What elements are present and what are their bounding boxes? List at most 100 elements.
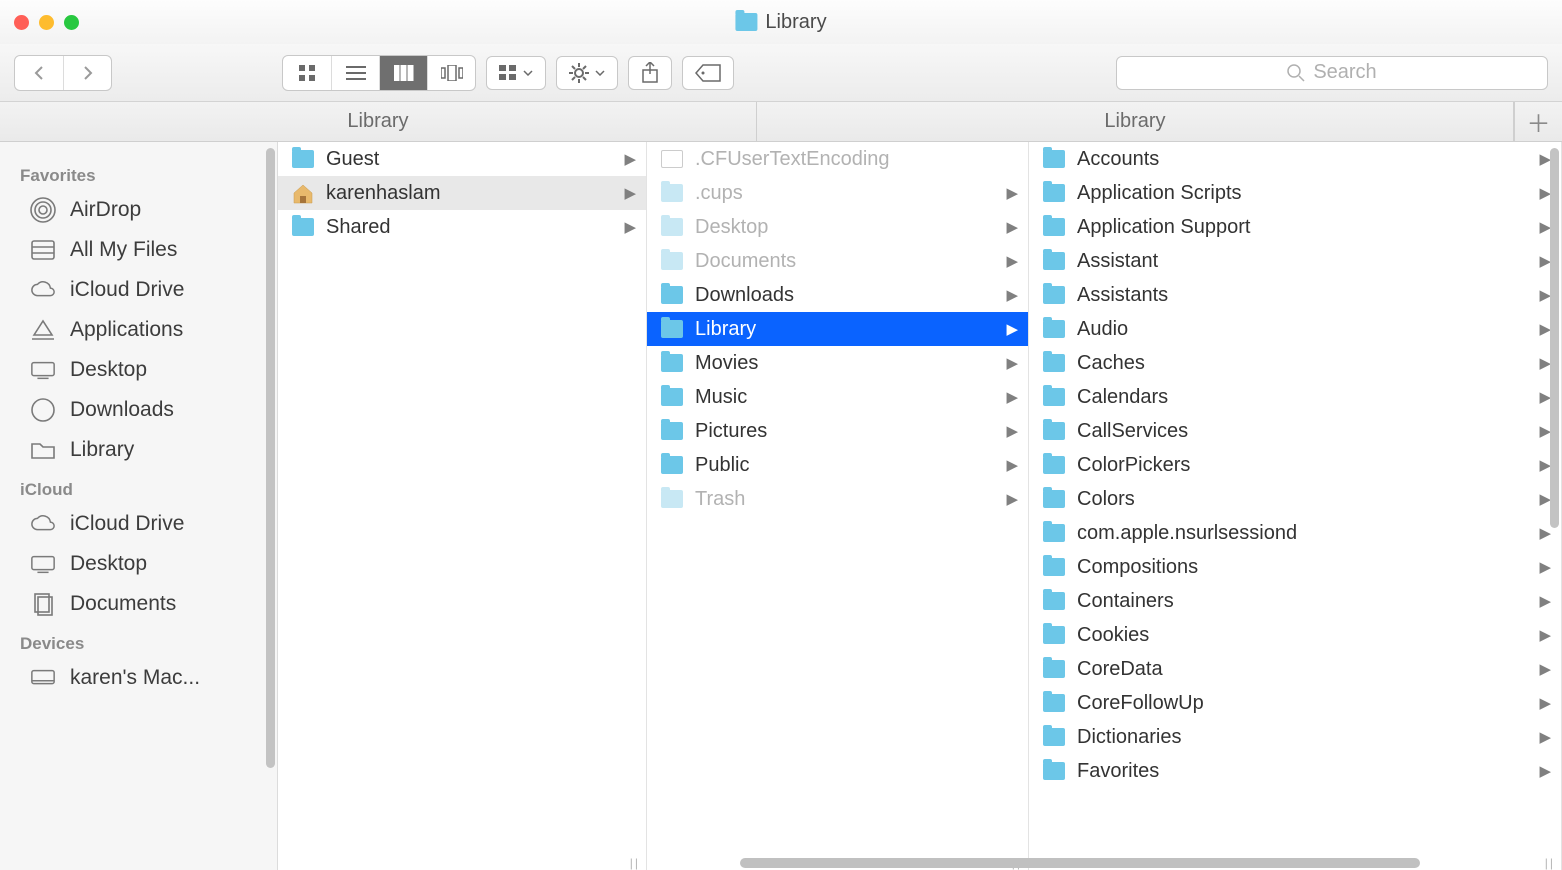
folder-row-downloads[interactable]: Downloads ▶ bbox=[647, 278, 1028, 312]
computer-icon bbox=[30, 667, 56, 689]
folder-row-colors[interactable]: Colors▶ bbox=[1029, 482, 1561, 516]
chevron-right-icon: ▶ bbox=[624, 150, 636, 168]
folder-icon bbox=[1043, 388, 1065, 406]
folder-row-trash[interactable]: Trash▶ bbox=[647, 482, 1028, 516]
item-label: .CFUserTextEncoding bbox=[695, 148, 1018, 171]
tags-button[interactable] bbox=[682, 56, 734, 90]
folder-row-containers[interactable]: Containers▶ bbox=[1029, 584, 1561, 618]
item-label: Calendars bbox=[1077, 386, 1527, 409]
folder-icon bbox=[661, 218, 683, 236]
folder-row-cookies[interactable]: Cookies▶ bbox=[1029, 618, 1561, 652]
folder-row--cups[interactable]: .cups▶ bbox=[647, 176, 1028, 210]
folder-row-pictures[interactable]: Pictures▶ bbox=[647, 414, 1028, 448]
sidebar-item-applications[interactable]: Applications bbox=[0, 310, 277, 350]
folder-row-assistants[interactable]: Assistants▶ bbox=[1029, 278, 1561, 312]
minimize-window-button[interactable] bbox=[39, 15, 54, 30]
folder-icon bbox=[1043, 218, 1065, 236]
folder-icon bbox=[1043, 354, 1065, 372]
folder-row--cfusertextencoding[interactable]: .CFUserTextEncoding bbox=[647, 142, 1028, 176]
folder-row-application-scripts[interactable]: Application Scripts▶ bbox=[1029, 176, 1561, 210]
folder-row-caches[interactable]: Caches▶ bbox=[1029, 346, 1561, 380]
new-tab-button[interactable]: ＋ bbox=[1514, 102, 1562, 141]
coverflow-view-button[interactable] bbox=[427, 56, 475, 90]
sidebar-item-icloud-drive[interactable]: iCloud Drive bbox=[0, 504, 277, 544]
folder-icon bbox=[1043, 490, 1065, 508]
column-resize-handle[interactable]: || bbox=[1545, 856, 1555, 870]
sidebar-item-karen-s-mac-[interactable]: karen's Mac... bbox=[0, 658, 277, 698]
item-label: Assistants bbox=[1077, 284, 1527, 307]
folder-icon bbox=[1043, 762, 1065, 780]
sidebar-section-header: Devices bbox=[0, 624, 277, 658]
sidebar-item-airdrop[interactable]: AirDrop bbox=[0, 190, 277, 230]
folder-row-dictionaries[interactable]: Dictionaries▶ bbox=[1029, 720, 1561, 754]
folder-row-coredata[interactable]: CoreData▶ bbox=[1029, 652, 1561, 686]
sidebar-item-label: Library bbox=[70, 438, 134, 462]
sidebar-item-downloads[interactable]: Downloads bbox=[0, 390, 277, 430]
item-label: Guest bbox=[326, 148, 612, 171]
column-scrollbar[interactable] bbox=[1550, 148, 1559, 528]
chevron-right-icon: ▶ bbox=[1539, 762, 1551, 780]
folder-row-accounts[interactable]: Accounts▶ bbox=[1029, 142, 1561, 176]
folder-row-desktop[interactable]: Desktop▶ bbox=[647, 210, 1028, 244]
folder-row-compositions[interactable]: Compositions▶ bbox=[1029, 550, 1561, 584]
folder-row-com-apple-nsurlsessiond[interactable]: com.apple.nsurlsessiond▶ bbox=[1029, 516, 1561, 550]
folder-row-corefollowup[interactable]: CoreFollowUp▶ bbox=[1029, 686, 1561, 720]
column-view-button[interactable] bbox=[379, 56, 427, 90]
folder-row-favorites[interactable]: Favorites▶ bbox=[1029, 754, 1561, 788]
chevron-right-icon: ▶ bbox=[1539, 694, 1551, 712]
sidebar-item-all-my-files[interactable]: All My Files bbox=[0, 230, 277, 270]
toolbar: Search bbox=[0, 44, 1562, 102]
folder-icon bbox=[30, 439, 56, 461]
sidebar-item-icloud-drive[interactable]: iCloud Drive bbox=[0, 270, 277, 310]
folder-row-public[interactable]: Public▶ bbox=[647, 448, 1028, 482]
sidebar-item-desktop[interactable]: Desktop bbox=[0, 350, 277, 390]
sidebar-item-desktop[interactable]: Desktop bbox=[0, 544, 277, 584]
arrange-button[interactable] bbox=[486, 56, 546, 90]
folder-row-movies[interactable]: Movies▶ bbox=[647, 346, 1028, 380]
tab-library-1[interactable]: Library bbox=[0, 102, 757, 141]
folder-row-colorpickers[interactable]: ColorPickers▶ bbox=[1029, 448, 1561, 482]
folder-icon bbox=[661, 320, 683, 338]
column-resize-handle[interactable]: || bbox=[630, 856, 640, 870]
nav-buttons bbox=[14, 55, 112, 91]
action-button[interactable] bbox=[556, 56, 618, 90]
back-button[interactable] bbox=[15, 56, 63, 90]
folder-row-callservices[interactable]: CallServices▶ bbox=[1029, 414, 1561, 448]
folder-row-karenhaslam[interactable]: karenhaslam▶ bbox=[278, 176, 646, 210]
share-button[interactable] bbox=[628, 56, 672, 90]
sidebar-item-label: karen's Mac... bbox=[70, 666, 200, 690]
folder-row-music[interactable]: Music▶ bbox=[647, 380, 1028, 414]
folder-row-assistant[interactable]: Assistant▶ bbox=[1029, 244, 1561, 278]
airdrop-icon bbox=[30, 199, 56, 221]
sidebar-item-documents[interactable]: Documents bbox=[0, 584, 277, 624]
item-label: Application Scripts bbox=[1077, 182, 1527, 205]
icon-view-button[interactable] bbox=[283, 56, 331, 90]
folder-row-documents[interactable]: Documents▶ bbox=[647, 244, 1028, 278]
chevron-right-icon: ▶ bbox=[1006, 286, 1018, 304]
column-1: Guest ▶ karenhaslam▶Shared▶ || bbox=[278, 142, 647, 870]
item-label: Public bbox=[695, 454, 994, 477]
file-icon bbox=[661, 150, 683, 168]
desktop-icon bbox=[30, 553, 56, 575]
folder-icon bbox=[661, 252, 683, 270]
maximize-window-button[interactable] bbox=[64, 15, 79, 30]
item-label: Downloads bbox=[695, 284, 994, 307]
search-field[interactable]: Search bbox=[1116, 56, 1548, 90]
sidebar-item-library[interactable]: Library bbox=[0, 430, 277, 470]
folder-row-audio[interactable]: Audio▶ bbox=[1029, 312, 1561, 346]
window-controls bbox=[0, 15, 79, 30]
folder-icon bbox=[1043, 422, 1065, 440]
folder-row-shared[interactable]: Shared▶ bbox=[278, 210, 646, 244]
tab-library-2[interactable]: Library bbox=[757, 102, 1514, 141]
list-view-button[interactable] bbox=[331, 56, 379, 90]
folder-row-library[interactable]: Library▶ bbox=[647, 312, 1028, 346]
folder-row-application-support[interactable]: Application Support▶ bbox=[1029, 210, 1561, 244]
folder-row-guest[interactable]: Guest ▶ bbox=[278, 142, 646, 176]
forward-button[interactable] bbox=[63, 56, 111, 90]
sidebar-scrollbar[interactable] bbox=[266, 148, 275, 768]
item-label: Shared bbox=[326, 216, 612, 239]
close-window-button[interactable] bbox=[14, 15, 29, 30]
horizontal-scrollbar[interactable] bbox=[740, 856, 1542, 870]
folder-row-calendars[interactable]: Calendars▶ bbox=[1029, 380, 1561, 414]
folder-icon bbox=[292, 218, 314, 236]
